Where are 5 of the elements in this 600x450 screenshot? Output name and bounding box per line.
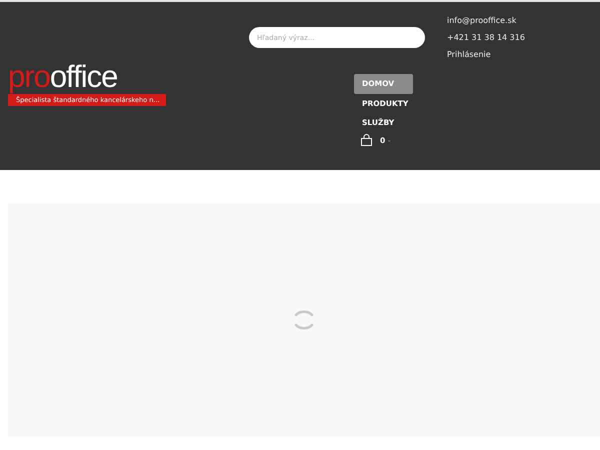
shopping-bag-icon[interactable]	[361, 134, 372, 146]
contact-link[interactable]: +421 31 38 14 316	[447, 32, 525, 44]
contact-link[interactable]: info@prooffice.sk	[447, 15, 525, 27]
contact-link[interactable]: Prihlásenie	[447, 49, 525, 61]
logo[interactable]: prooffice	[8, 62, 118, 92]
